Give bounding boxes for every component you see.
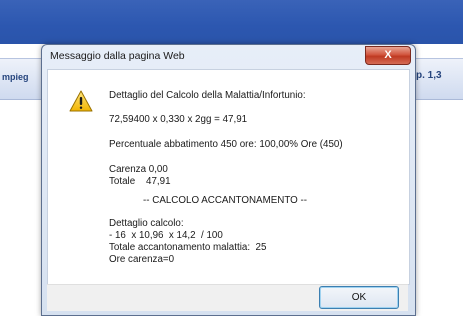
message-dialog: Messaggio dalla pagina Web X Dettaglio d… <box>41 44 416 316</box>
message-line-7: Dettaglio calcolo: <box>109 218 184 229</box>
background-label-right: p. 1,3 <box>416 70 442 81</box>
background-label-left: mpieg <box>2 72 29 82</box>
dialog-content: Dettaglio del Calcolo della Malattia/Inf… <box>47 69 410 285</box>
ok-button[interactable]: OK <box>319 286 399 309</box>
message-line-9: Totale accantonamento malattia: 25 <box>109 242 267 253</box>
message-line-8: - 16 x 10,96 x 14,2 / 100 <box>109 230 223 241</box>
message-line-3: Percentuale abbatimento 450 ore: 100,00%… <box>109 139 343 150</box>
close-button[interactable]: X <box>365 46 411 65</box>
close-icon: X <box>384 49 392 61</box>
message-line-5: Totale 47,91 <box>109 176 171 187</box>
message-line-4: Carenza 0,00 <box>109 164 168 175</box>
message-line-1: Dettaglio del Calcolo della Malattia/Inf… <box>109 90 306 101</box>
warning-icon <box>69 90 93 112</box>
message-line-2: 72,59400 x 0,330 x 2gg = 47,91 <box>109 114 248 125</box>
message-line-6: -- CALCOLO ACCANTONAMENTO -- <box>143 195 308 206</box>
browser-header-bar <box>0 0 463 44</box>
dialog-title: Messaggio dalla pagina Web <box>50 50 185 62</box>
message-line-10: Ore carenza=0 <box>109 254 175 265</box>
dialog-titlebar[interactable]: Messaggio dalla pagina Web X <box>42 45 415 67</box>
